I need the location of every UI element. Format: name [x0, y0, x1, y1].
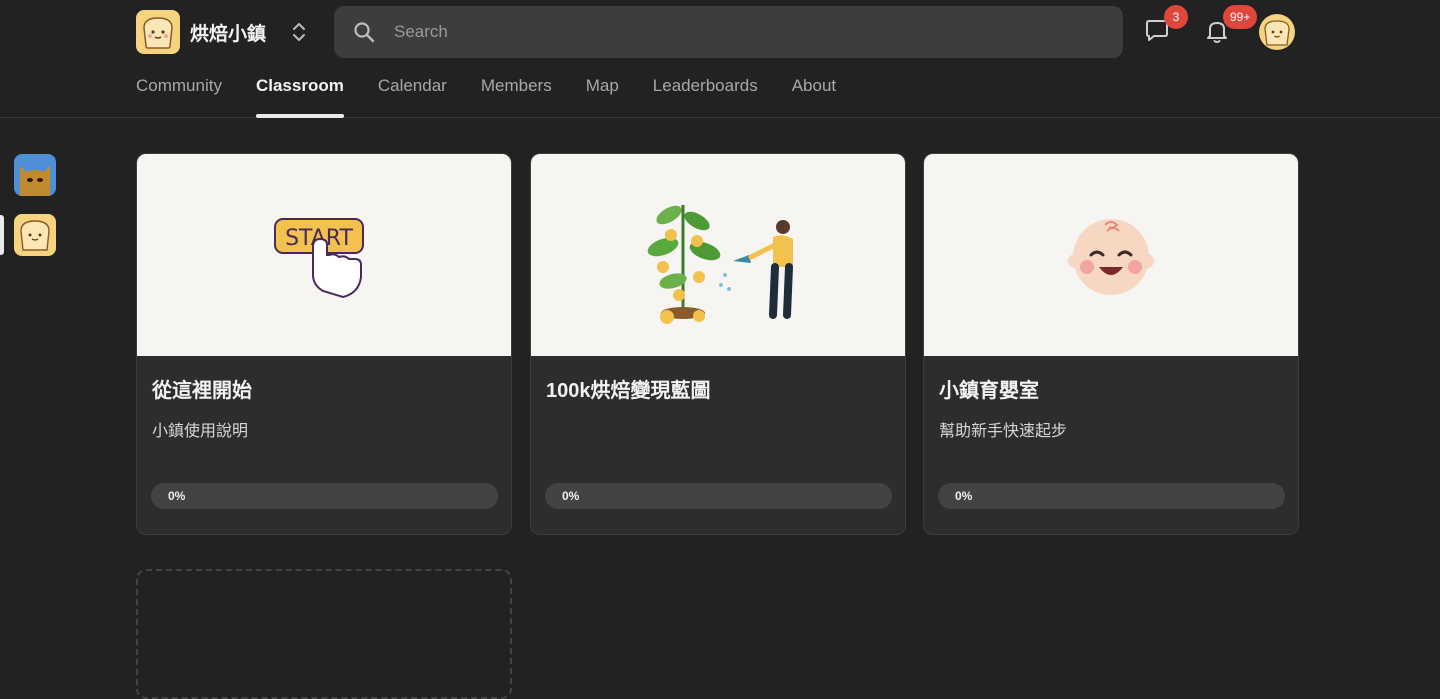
baby-face-icon: [1068, 219, 1154, 295]
tab-leaderboards[interactable]: Leaderboards: [653, 76, 758, 114]
money-plant-icon: [647, 205, 793, 324]
top-header: 烘焙小鎮 3 99+ Communit: [0, 0, 1440, 118]
course-progress-bar: 0%: [938, 483, 1285, 509]
tab-map[interactable]: Map: [586, 76, 619, 114]
search-input[interactable]: [394, 22, 1074, 42]
search-icon: [354, 22, 375, 43]
course-progress-bar: 0%: [545, 483, 892, 509]
tab-members[interactable]: Members: [481, 76, 552, 114]
course-title: 小鎮育嬰室: [939, 380, 1039, 402]
course-progress-bar: 0%: [151, 483, 498, 509]
toast-logo-icon: [136, 10, 180, 54]
community-name: 烘焙小鎮: [190, 23, 267, 45]
course-card[interactable]: START 從這裡開始 小鎮使用說明 0%: [136, 153, 512, 535]
group-cat-icon[interactable]: [14, 154, 56, 196]
course-card[interactable]: 100k烘焙變現藍圖 0%: [530, 153, 906, 535]
course-progress-label: 0%: [955, 489, 973, 503]
chat-unread-badge: 3: [1164, 5, 1188, 29]
course-description: 小鎮使用說明: [152, 423, 249, 440]
tab-classroom[interactable]: Classroom: [255, 76, 344, 118]
start-hand-icon: START: [274, 218, 364, 299]
course-description: 幫助新手快速起步: [939, 423, 1068, 440]
course-title: 100k烘焙變現藍圖: [546, 380, 711, 402]
tab-about[interactable]: About: [792, 76, 836, 114]
main-nav: Community Classroom Calendar Members Map…: [136, 76, 870, 118]
course-cover: START: [137, 154, 511, 356]
course-title: 從這裡開始: [152, 380, 252, 402]
tab-calendar[interactable]: Calendar: [378, 76, 447, 114]
active-group-indicator: [0, 215, 4, 255]
group-toast-icon[interactable]: [14, 214, 56, 256]
course-progress-label: 0%: [562, 489, 580, 503]
search-bar[interactable]: [334, 6, 1123, 58]
add-course-placeholder[interactable]: [136, 569, 512, 699]
course-card[interactable]: 小鎮育嬰室 幫助新手快速起步 0%: [923, 153, 1299, 535]
user-avatar[interactable]: [1259, 14, 1295, 50]
notifications-badge: 99+: [1223, 5, 1258, 29]
course-progress-label: 0%: [168, 489, 186, 503]
tab-community[interactable]: Community: [136, 76, 222, 114]
community-brand[interactable]: 烘焙小鎮: [136, 10, 266, 54]
course-cover: [531, 154, 905, 356]
community-switcher-icon[interactable]: [288, 18, 310, 46]
course-cover: [924, 154, 1298, 356]
